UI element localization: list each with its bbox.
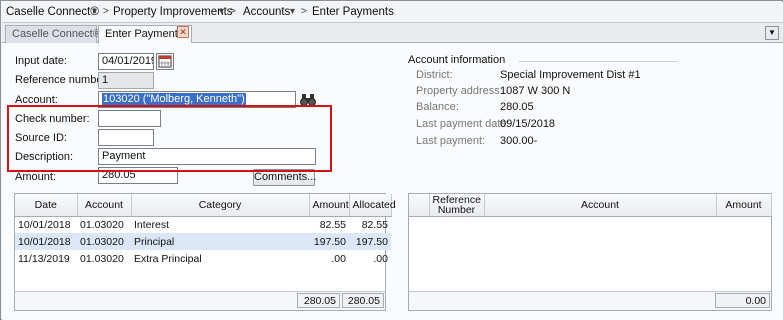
breadcrumb-separator-icon: > (230, 6, 236, 17)
breadcrumb-accounts[interactable]: Accounts (243, 6, 290, 18)
account-cell: 01.03020 (80, 252, 124, 265)
input-date-field[interactable]: 04/01/2019 (98, 53, 154, 70)
balance-value: 280.05 (500, 101, 534, 113)
total-amount: 0.00 (715, 293, 770, 308)
date-cell: 10/01/2018 (15, 233, 77, 250)
breadcrumb-caselle-connect[interactable]: Caselle Connect® (6, 6, 99, 18)
column-header-amount[interactable]: Amount (309, 194, 350, 217)
column-header-category[interactable]: Category (131, 194, 310, 217)
breadcrumb-enter-payments[interactable]: Enter Payments (312, 6, 394, 18)
date-cell: 11/13/2019 (18, 252, 70, 265)
reference-number-field: 1 (98, 72, 154, 89)
last-payment-date-label: Last payment date: (416, 118, 510, 130)
breadcrumb-dropdown-icon[interactable]: ▾ (92, 6, 97, 17)
column-header-account[interactable]: Account (484, 194, 717, 217)
breadcrumb-separator-icon: > (301, 6, 307, 17)
category-cell: Principal (131, 233, 309, 250)
property-address-label: Property address: (416, 85, 503, 97)
breadcrumb: Caselle Connect® ▾ > Property Improvemen… (2, 2, 783, 23)
district-value: Special Improvement Dist #1 (500, 69, 641, 81)
last-payment-label: Last payment: (416, 135, 486, 147)
column-header-amount[interactable]: Amount (716, 194, 772, 217)
balance-label: Balance: (416, 101, 459, 113)
date-cell: 10/01/2018 (18, 218, 71, 231)
amount-label: Amount: (15, 171, 56, 183)
column-header-account[interactable]: Account (77, 194, 132, 217)
district-label: District: (416, 69, 453, 81)
input-date-label: Input date: (15, 55, 67, 67)
breadcrumb-dropdown-icon[interactable]: ▾ (219, 6, 224, 17)
tab-list-dropdown-icon[interactable]: ▼ (765, 26, 779, 40)
property-address-value: 1087 W 300 N (500, 85, 571, 97)
reference-number-label: Reference number: (15, 74, 110, 86)
breadcrumb-property-improvements[interactable]: Property Improvements (113, 6, 233, 18)
grid-footer: 0.00 (409, 291, 771, 310)
last-payment-value: 300.00- (500, 135, 538, 147)
grid-footer: 280.05 280.05 (15, 291, 385, 310)
close-tab-icon[interactable]: ✕ (177, 26, 189, 38)
enter-payments-panel: Input date: 04/01/2019 Reference number:… (2, 43, 783, 320)
table-row[interactable]: 10/01/2018 01.03020 Interest 82.55 82.55 (15, 216, 391, 233)
breadcrumb-dropdown-icon[interactable]: ▾ (290, 6, 295, 17)
allocated-cell[interactable]: 82.55 (349, 216, 391, 233)
allocation-grid[interactable]: Date Account Category Amount Allocated 1… (14, 193, 396, 311)
tab-caselle-connect[interactable]: Caselle Connect® (5, 25, 101, 43)
tab-bar: Caselle Connect® Enter Payments ✕ ▼ (2, 23, 783, 44)
account-cell: 01.03020 (80, 218, 124, 231)
table-row[interactable]: 10/01/2018 01.03020 Principal 197.50 197… (15, 233, 391, 250)
total-allocated: 280.05 (342, 293, 384, 308)
account-information-title: Account information (408, 54, 506, 66)
column-header-row-selector (409, 194, 430, 217)
category-cell: Interest (134, 218, 170, 231)
total-amount: 280.05 (297, 293, 340, 308)
allocated-cell[interactable]: .00 (349, 250, 391, 267)
breadcrumb-separator-icon: > (103, 6, 109, 17)
reference-grid[interactable]: Reference Number Account Amount 0.00 (408, 193, 772, 311)
amount-cell: .00 (331, 252, 346, 265)
column-header-allocated[interactable]: Allocated (349, 194, 396, 217)
tab-label: Enter Payments (105, 28, 184, 40)
account-cell: 01.03020 (77, 233, 131, 250)
amount-cell: 82.55 (319, 218, 346, 231)
allocated-cell[interactable]: 197.50 (349, 233, 391, 250)
highlight-box (7, 105, 332, 172)
table-row[interactable]: 11/13/2019 01.03020 Extra Principal .00 … (15, 250, 391, 267)
group-divider (519, 61, 677, 62)
last-payment-date-value: 09/15/2018 (500, 118, 556, 130)
amount-cell: 197.50 (309, 233, 349, 250)
category-cell: Extra Principal (134, 252, 202, 265)
column-header-date[interactable]: Date (15, 194, 78, 217)
calendar-icon[interactable] (156, 53, 174, 70)
column-header-reference-number[interactable]: Reference Number (429, 194, 485, 217)
account-value: 103020 ("Molberg, Kenneth") (102, 93, 246, 105)
app-window: Caselle Connect® ▾ > Property Improvemen… (0, 0, 783, 320)
